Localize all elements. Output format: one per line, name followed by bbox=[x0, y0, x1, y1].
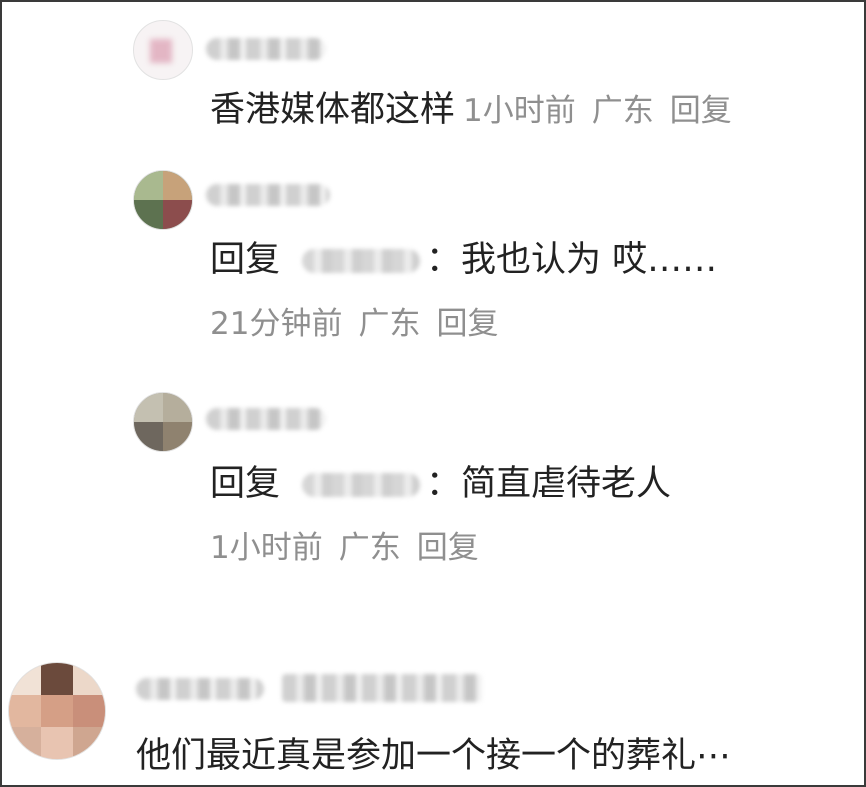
avatar-mosaic bbox=[41, 695, 73, 727]
avatar-mosaic bbox=[163, 422, 192, 451]
avatar[interactable] bbox=[8, 662, 106, 760]
username-blurred[interactable] bbox=[136, 678, 264, 700]
avatar-mosaic bbox=[134, 171, 163, 200]
comment-meta: 21分钟前 广东 回复 bbox=[210, 304, 514, 344]
avatar-mosaic bbox=[73, 663, 105, 695]
avatar-mosaic bbox=[163, 393, 192, 422]
username-blurred[interactable] bbox=[206, 408, 326, 430]
avatar-mosaic bbox=[134, 422, 163, 451]
reply-colon: ： bbox=[426, 464, 462, 504]
reply-row-3: 回复 ：简直虐待老人 bbox=[210, 462, 671, 506]
reply-button[interactable]: 回复 bbox=[417, 530, 479, 566]
comment-row-4: 他们最近真是参加一个接一个的葬礼⋯ bbox=[136, 734, 731, 778]
comment-text: 简直虐待老人 bbox=[461, 464, 672, 504]
reply-button[interactable]: 回复 bbox=[670, 93, 732, 129]
mentioned-user-blurred[interactable] bbox=[302, 473, 421, 497]
comment-time: 21分钟前 bbox=[210, 306, 343, 342]
avatar[interactable] bbox=[133, 392, 193, 452]
comment-thread-screenshot: 香港媒体都这样 1小时前 广东 回复 回复 ：我也认为 哎…… 21分钟前 广东 回复 回复… bbox=[0, 0, 866, 787]
avatar-mosaic bbox=[150, 39, 172, 63]
username-blurred[interactable] bbox=[206, 38, 326, 60]
reply-prefix: 回复 bbox=[210, 464, 281, 504]
mentioned-user-blurred[interactable] bbox=[302, 249, 421, 273]
comment-text: 香港媒体都这样 bbox=[210, 90, 456, 130]
reply-colon: ： bbox=[426, 240, 462, 280]
avatar-mosaic bbox=[9, 695, 41, 727]
comment-text: 我也认为 哎…… bbox=[461, 240, 718, 280]
comment-row-1: 香港媒体都这样 1小时前 广东 回复 bbox=[210, 88, 748, 133]
comment-location: 广东 bbox=[338, 530, 401, 566]
avatar[interactable] bbox=[133, 20, 193, 80]
reply-row-2: 回复 ：我也认为 哎…… bbox=[210, 238, 717, 282]
comment-time: 1小时前 bbox=[210, 530, 323, 566]
avatar-mosaic bbox=[9, 663, 41, 695]
avatar-mosaic bbox=[134, 393, 163, 422]
avatar-mosaic bbox=[163, 171, 192, 200]
avatar-mosaic bbox=[73, 727, 105, 759]
comment-location: 广东 bbox=[591, 93, 654, 129]
user-tag-blurred bbox=[282, 674, 482, 702]
avatar-mosaic bbox=[73, 695, 105, 727]
avatar[interactable] bbox=[133, 170, 193, 230]
comment-location: 广东 bbox=[358, 306, 421, 342]
avatar-mosaic bbox=[134, 200, 163, 229]
username-blurred[interactable] bbox=[206, 184, 330, 206]
avatar-mosaic bbox=[41, 663, 73, 695]
avatar-mosaic bbox=[41, 727, 73, 759]
avatar-mosaic bbox=[9, 727, 41, 759]
comment-text: 他们最近真是参加一个接一个的葬礼⋯ bbox=[136, 736, 732, 776]
comment-meta: 1小时前 广东 回复 bbox=[210, 528, 495, 568]
comment-time: 1小时前 bbox=[463, 93, 576, 129]
reply-button[interactable]: 回复 bbox=[436, 306, 498, 342]
reply-prefix: 回复 bbox=[210, 240, 281, 280]
avatar-mosaic bbox=[163, 200, 192, 229]
